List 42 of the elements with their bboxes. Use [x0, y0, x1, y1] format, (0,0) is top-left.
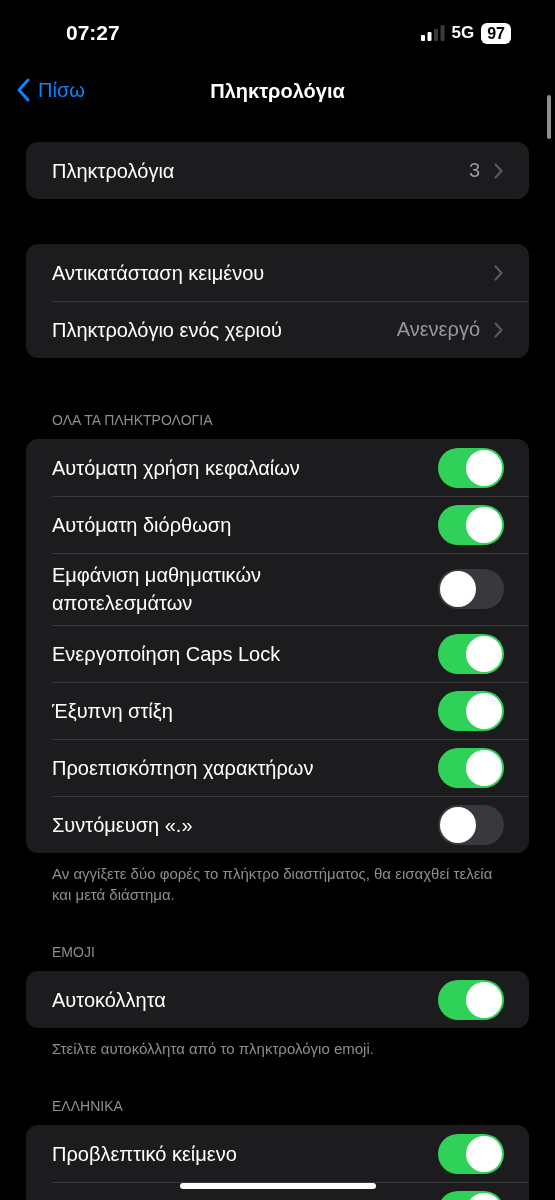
section-header: ΟΛΑ ΤΑ ΠΛΗΚΤΡΟΛΟΓΙΑ — [51, 411, 214, 430]
chevron-icon — [494, 162, 503, 179]
section-header: EMOJI — [51, 943, 96, 962]
row-label: Συντόμευση «.» — [52, 812, 194, 838]
toggle-switch[interactable] — [438, 504, 504, 545]
row-label: Αντικατάσταση κειμένου — [52, 260, 266, 286]
section-footer: Αν αγγίξετε δύο φορές το πλήκτρο διαστήματος, θα εισαχθεί τελεία και μετά διάστημα. — [26, 853, 529, 905]
navigation-row[interactable]: Αντικατάσταση κειμένου — [26, 244, 529, 301]
toggle-switch[interactable] — [438, 633, 504, 674]
navigation-row[interactable]: Πληκτρολόγιο ενός χεριού Ανενεργό — [26, 301, 529, 358]
chevron-icon — [494, 321, 503, 338]
row-label: Εμφάνιση μαθηματικών αποτελεσμάτων — [52, 563, 262, 616]
battery-indicator: 97 — [481, 22, 511, 44]
row-label: Πληκτρολόγια — [52, 158, 176, 184]
row-label: Έξυπνη στίξη — [52, 698, 174, 724]
signal-icon — [420, 25, 445, 41]
section-header: ΕΛΛΗΝΙΚΑ — [51, 1097, 124, 1116]
row-label: Προεπισκόπηση χαρακτήρων — [52, 755, 315, 781]
row-label: Προβλεπτικό κείμενο — [52, 1141, 238, 1167]
toggle-switch[interactable] — [438, 1133, 504, 1174]
toggle-switch[interactable] — [438, 569, 504, 609]
row-label: Αυτοκόλλητα — [52, 987, 167, 1013]
row-label: Πληκτρολόγιο ενός χεριού — [52, 317, 284, 343]
toggle-switch[interactable] — [438, 747, 504, 788]
network-label: 5G — [451, 23, 475, 43]
section-footer: Στείλτε αυτοκόλλητα από το πληκτρολόγιο emoji. — [26, 1028, 529, 1059]
row-label: Ενεργοποίηση Caps Lock — [52, 641, 282, 667]
toggle-switch[interactable] — [438, 690, 504, 731]
toggle-switch[interactable] — [438, 447, 504, 488]
toggle-switch[interactable] — [438, 804, 504, 845]
page-title: Πληκτρολόγια — [210, 79, 345, 103]
scroll-indicator — [547, 95, 551, 139]
navigation-row[interactable]: Πληκτρολόγια 3 — [26, 142, 529, 199]
row-value: 3 — [468, 159, 480, 182]
row-label: Αυτόματη διόρθωση — [52, 512, 233, 538]
chevron-icon — [494, 264, 503, 281]
toggle-switch[interactable] — [438, 979, 504, 1020]
status-time: 07:27 — [66, 21, 120, 45]
row-value: Ανενεργό — [396, 318, 480, 341]
back-chevron-icon — [16, 78, 30, 102]
row-label: Αυτόματη χρήση κεφαλαίων — [52, 455, 301, 481]
back-button[interactable]: Πίσω — [16, 78, 85, 102]
